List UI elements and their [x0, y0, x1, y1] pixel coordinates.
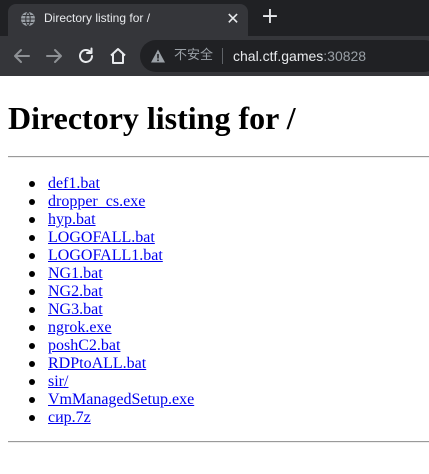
url-port: :30828 — [323, 48, 367, 64]
bullet-icon — [29, 379, 35, 385]
reload-icon[interactable] — [76, 46, 96, 66]
home-icon[interactable] — [108, 46, 128, 66]
bullet-icon — [29, 325, 35, 331]
bullet-icon — [29, 217, 35, 223]
bullet-icon — [29, 289, 35, 295]
tab-strip: Directory listing for / ✕ + — [0, 0, 429, 36]
file-link[interactable]: def1.bat — [48, 175, 100, 193]
bullet-icon — [29, 253, 35, 259]
bullet-icon — [29, 343, 35, 349]
file-link[interactable]: sir/ — [48, 373, 68, 391]
new-tab-button[interactable]: + — [259, 6, 281, 28]
bullet-icon — [29, 307, 35, 313]
back-arrow-icon[interactable] — [12, 46, 32, 66]
file-link[interactable]: NG1.bat — [48, 265, 103, 283]
bullet-icon — [29, 181, 35, 187]
bullet-icon — [29, 415, 35, 421]
bullet-icon — [29, 361, 35, 367]
file-link[interactable]: LOGOFALL.bat — [48, 229, 155, 247]
omnibox-separator — [222, 48, 223, 64]
tab-active[interactable]: Directory listing for / ✕ — [8, 4, 248, 36]
page-content: Directory listing for / def1.bat dropper_… — [0, 76, 429, 474]
globe-icon — [21, 11, 35, 27]
file-link[interactable]: LOGOFALL1.bat — [48, 247, 163, 265]
address-bar[interactable]: 不安全 chal.ctf.games:30828 — [140, 40, 429, 72]
url-host: chal.ctf.games — [233, 48, 324, 64]
bullet-icon — [29, 397, 35, 403]
file-link[interactable]: poshC2.bat — [48, 337, 120, 355]
file-link[interactable]: dropper_cs.exe — [48, 193, 145, 211]
file-link[interactable]: сир.7z — [48, 409, 91, 427]
page-title: Directory listing for / — [8, 100, 296, 136]
browser-toolbar: 不安全 chal.ctf.games:30828 — [0, 36, 429, 76]
bullet-icon — [29, 199, 35, 205]
file-link[interactable]: VmManagedSetup.exe — [48, 391, 194, 409]
horizontal-rule-top — [8, 156, 429, 158]
file-link[interactable]: RDPtoALL.bat — [48, 355, 146, 373]
file-link[interactable]: NG2.bat — [48, 283, 103, 301]
tab-title: Directory listing for / — [44, 11, 151, 25]
bullet-icon — [29, 271, 35, 277]
forward-arrow-icon[interactable] — [44, 46, 64, 66]
warning-icon[interactable] — [150, 48, 166, 64]
close-icon[interactable]: ✕ — [224, 10, 242, 28]
url-text[interactable]: chal.ctf.games:30828 — [233, 47, 366, 65]
file-link[interactable]: hyp.bat — [48, 211, 96, 229]
file-link[interactable]: ngrok.exe — [48, 319, 112, 337]
not-secure-label: 不安全 — [174, 48, 214, 63]
bullet-icon — [29, 235, 35, 241]
horizontal-rule-bottom — [8, 441, 429, 443]
file-link[interactable]: NG3.bat — [48, 301, 103, 319]
